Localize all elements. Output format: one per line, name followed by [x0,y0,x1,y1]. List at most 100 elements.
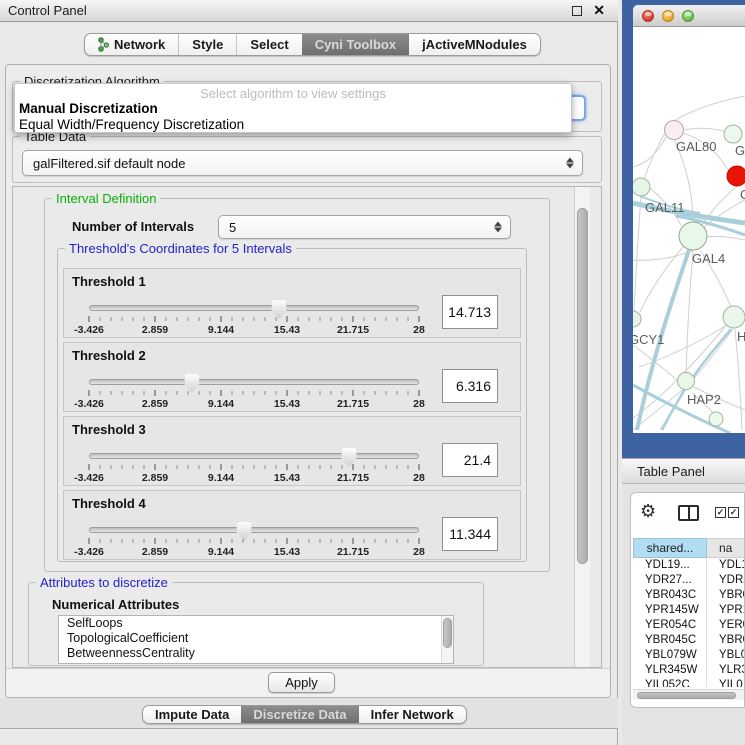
tick-mark [309,465,310,469]
algorithm-popup: Select algorithm to view settings Manual… [14,83,572,133]
table-cell[interactable]: YLR345W [633,663,707,678]
table-cell[interactable]: YDL19... [633,558,707,573]
number-of-intervals-combobox[interactable]: 5 [218,215,511,239]
threshold-label: Threshold 1 [72,274,146,289]
tick-mark [287,464,288,470]
threshold-slider[interactable] [89,527,419,533]
tick-mark [397,465,398,469]
scrollbar-thumb[interactable] [577,208,588,564]
bottom-tab-infer-network[interactable]: Infer Network [359,706,466,723]
table-row[interactable]: YIL052CYIL0 [633,678,745,687]
vertical-scrollbar[interactable] [574,187,590,667]
table-row[interactable]: YBR043CYBR0 [633,588,745,603]
tab-network[interactable]: Network [85,34,178,55]
list-scrollbar[interactable] [441,616,453,663]
table-cell[interactable]: YBR045C [633,633,707,648]
table-row[interactable]: YBR045CYBR0 [633,633,745,648]
scrollbar-thumb[interactable] [637,692,736,699]
bottom-tab-impute-data[interactable]: Impute Data [143,706,241,723]
threshold-slider[interactable] [89,305,419,311]
threshold-value-input[interactable]: 6.316 [442,369,498,403]
table-header-name[interactable]: na [707,538,745,558]
apply-button[interactable]: Apply [268,672,335,693]
tick-mark [111,317,112,321]
network-canvas[interactable]: GAL80GACGAL11GAL4GCY1HHAP2 [633,27,745,433]
threshold-panel-1: Threshold 1 -3.426 2.859 9.144 15.43 21.… [63,268,521,338]
tab-cyni-toolbox[interactable]: Cyni Toolbox [302,34,409,55]
tick-mark [254,465,255,469]
table-cell[interactable]: YBR043C [633,588,707,603]
threshold-value-input[interactable]: 14.713 [442,295,498,329]
table-cell[interactable]: YPR145W [633,603,707,618]
table-cell[interactable]: YLR3 [707,663,745,678]
table-cell[interactable]: YBL0 [707,648,745,663]
table-panel-header: Table Panel [622,458,745,484]
zoom-traffic-icon[interactable] [682,10,694,22]
tick-mark [166,465,167,469]
table-cell[interactable]: YER0 [707,618,745,633]
table-row[interactable]: YER054CYER0 [633,618,745,633]
table-cell[interactable]: YPR1 [707,603,745,618]
tick-mark [254,317,255,321]
tick-mark [353,390,354,396]
checkbox-icon[interactable]: ✓ [728,507,739,518]
popup-option-equal-width-frequency[interactable]: Equal Width/Frequency Discretization [19,117,244,132]
tick-mark [353,538,354,544]
tick-mark [342,391,343,395]
list-item[interactable]: BetweennessCentrality [59,646,453,661]
network-node[interactable] [723,306,745,328]
threshold-panel-3: Threshold 3 -3.426 2.859 9.144 15.43 21.… [63,416,521,486]
network-node[interactable] [633,178,650,196]
horizontal-scrollbar[interactable] [633,689,744,700]
table-cell[interactable]: YBR0 [707,633,745,648]
tab-style[interactable]: Style [178,34,236,55]
split-view-icon[interactable] [678,505,699,521]
threshold-slider[interactable] [89,453,419,459]
threshold-slider[interactable] [89,379,419,385]
tab-jactivemnodules[interactable]: jActiveMNodules [409,34,540,55]
control-panel-window: Control Panel ✕ Network [0,0,618,745]
tick-mark [133,465,134,469]
table-cell[interactable]: YIL0 [707,678,745,687]
tick-mark [309,539,310,543]
attributes-list[interactable]: SelfLoopsTopologicalCoefficientBetweenne… [58,615,454,664]
tick-mark [89,316,90,322]
table-header-shared-name[interactable]: shared... [633,538,707,558]
network-node[interactable] [633,311,641,327]
list-item[interactable]: TopologicalCoefficient [59,631,453,646]
tick-mark [386,391,387,395]
network-node[interactable] [727,166,745,186]
float-window-icon[interactable] [572,6,582,16]
table-row[interactable]: YDR27...YDR2 [633,573,745,588]
network-titlebar[interactable] [633,5,745,27]
table-cell[interactable]: YBL079W [633,648,707,663]
table-row[interactable]: YDL19...YDL1 [633,558,745,573]
table-cell[interactable]: YBR0 [707,588,745,603]
table-data-combobox[interactable]: galFiltered.sif default node [22,150,583,176]
network-node[interactable] [665,121,684,140]
popup-option-manual-discretization[interactable]: Manual Discretization [19,101,158,116]
table-row[interactable]: YLR345WYLR3 [633,663,745,678]
table-cell[interactable]: YDR27... [633,573,707,588]
tick-mark [320,317,321,321]
bottom-tab-discretize-data[interactable]: Discretize Data [241,706,358,723]
threshold-value-input[interactable]: 21.4 [442,443,498,477]
table-cell[interactable]: YIL052C [633,678,707,687]
checkbox-icon[interactable]: ✓ [715,507,726,518]
network-node[interactable] [709,412,723,426]
network-node[interactable] [678,373,695,390]
network-node[interactable] [724,125,742,143]
threshold-value-input[interactable]: 11.344 [442,517,498,551]
minimize-traffic-icon[interactable] [662,10,674,22]
close-traffic-icon[interactable] [642,10,654,22]
table-cell[interactable]: YDL1 [707,558,745,573]
table-cell[interactable]: YER054C [633,618,707,633]
table-cell[interactable]: YDR2 [707,573,745,588]
gear-icon[interactable]: ⚙ [640,501,656,522]
network-node[interactable] [679,222,707,250]
close-icon[interactable]: ✕ [593,2,605,19]
list-item[interactable]: SelfLoops [59,616,453,631]
tab-select[interactable]: Select [236,34,301,55]
table-row[interactable]: YBL079WYBL0 [633,648,745,663]
table-row[interactable]: YPR145WYPR1 [633,603,745,618]
